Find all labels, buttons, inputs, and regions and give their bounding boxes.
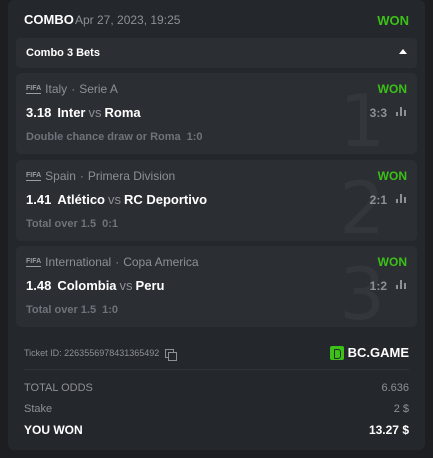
away-team: Roma — [104, 105, 141, 120]
leg-odds: 1.41 — [26, 192, 52, 207]
league-name: Primera Division — [87, 169, 176, 183]
match-line: 1.41 Atlético vs RC Deportivo — [26, 192, 207, 207]
fifa-icon: FIFA — [26, 171, 42, 181]
bet-leg-1: 1 FIFA Italy · Serie A WON 3.18 Inter vs Ro… — [16, 73, 417, 154]
fifa-icon: FIFA — [26, 257, 42, 267]
divider — [24, 369, 409, 370]
league-name: Copa America — [123, 255, 199, 269]
market-name: Total over 1.5 — [26, 218, 97, 230]
total-odds-value: 6.636 — [381, 382, 409, 394]
bet-ticket-card: COMBO Apr 27, 2023, 19:25 WON Combo 3 Be… — [8, 0, 425, 450]
match-line: 1.48 Colombia vs Peru — [26, 278, 164, 293]
league-line: FIFA International · Copa America — [26, 255, 199, 269]
country: Italy — [45, 82, 68, 96]
brand-name: BC.GAME — [347, 345, 409, 360]
total-odds-row: TOTAL ODDS 6.636 — [24, 382, 409, 394]
leg-status: WON — [377, 82, 407, 96]
leg-odds: 3.18 — [26, 105, 52, 120]
match-score: 3:3 — [369, 106, 387, 120]
away-team: Peru — [135, 278, 165, 293]
market-value: 0:1 — [102, 218, 119, 230]
ticket-status-badge: WON — [377, 13, 409, 28]
you-won-row: YOU WON 13.27 $ — [24, 423, 409, 437]
caret-up-icon — [399, 49, 407, 54]
leg-odds: 1.48 — [26, 278, 52, 293]
market-name: Total over 1.5 — [26, 304, 97, 316]
stake-row: Stake 2 $ — [24, 403, 409, 415]
vs-label: vs — [88, 105, 102, 120]
stats-bars-icon[interactable] — [396, 280, 407, 289]
bet-leg-3: 3 FIFA International · Copa America WON … — [16, 246, 417, 327]
country: Spain — [45, 169, 76, 183]
copy-icon[interactable] — [165, 348, 178, 361]
league-line: FIFA Spain · Primera Division — [26, 169, 176, 183]
match-line: 3.18 Inter vs Roma — [26, 105, 141, 120]
bet-leg-2: 2 FIFA Spain · Primera Division WON 1.41… — [16, 160, 417, 241]
bc-logo-icon — [329, 345, 344, 360]
ticket-id: Ticket ID: 2263556978431365492 — [24, 348, 160, 358]
stake-label: Stake — [24, 403, 53, 415]
you-won-label: YOU WON — [24, 423, 83, 437]
stats-bars-icon[interactable] — [396, 194, 407, 203]
market-value: 1:0 — [186, 131, 203, 143]
ticket-id-line: Ticket ID: 2263556978431365492 — [24, 348, 178, 361]
match-score: 2:1 — [369, 193, 387, 207]
country: International — [45, 255, 112, 269]
market-name: Double chance draw or Roma — [26, 131, 181, 143]
vs-label: vs — [107, 192, 121, 207]
you-won-value: 13.27 $ — [368, 423, 409, 437]
market-value: 1:0 — [102, 304, 119, 316]
match-score: 1:2 — [369, 279, 387, 293]
brand-logo: BC.GAME — [329, 345, 409, 360]
home-team: Colombia — [57, 278, 117, 293]
stake-value: 2 $ — [393, 403, 409, 415]
stats-bars-icon[interactable] — [396, 107, 407, 116]
league-name: Serie A — [79, 82, 118, 96]
market-line: Total over 1.5 1:0 — [26, 304, 118, 316]
market-line: Double chance draw or Roma 1:0 — [26, 131, 203, 143]
away-team: RC Deportivo — [123, 192, 208, 207]
ticket-header: COMBO Apr 27, 2023, 19:25 WON — [8, 0, 425, 36]
combo-bets-toggle[interactable]: Combo 3 Bets — [16, 38, 417, 68]
leg-status: WON — [377, 255, 407, 269]
bet-date: Apr 27, 2023, 19:25 — [75, 13, 181, 27]
combo-bets-label: Combo 3 Bets — [26, 47, 100, 59]
market-line: Total over 1.5 0:1 — [26, 218, 118, 230]
fifa-icon: FIFA — [26, 84, 42, 94]
home-team: Inter — [57, 105, 86, 120]
total-odds-label: TOTAL ODDS — [24, 382, 93, 394]
home-team: Atlético — [57, 192, 105, 207]
vs-label: vs — [119, 278, 133, 293]
league-line: FIFA Italy · Serie A — [26, 82, 118, 96]
bet-type-title: COMBO — [24, 12, 74, 27]
leg-status: WON — [377, 169, 407, 183]
